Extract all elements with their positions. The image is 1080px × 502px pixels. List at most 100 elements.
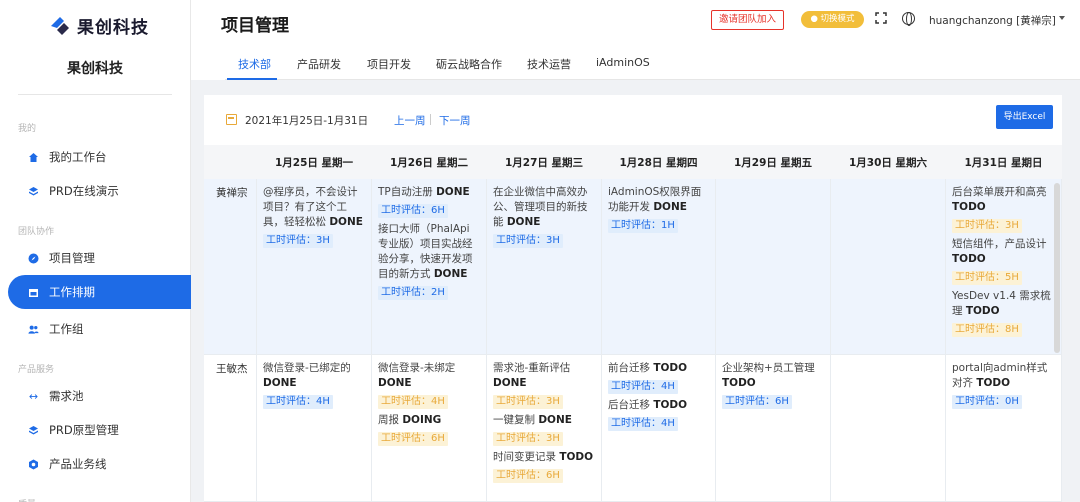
task-item[interactable]: 后台菜单展开和高亮 TODO [952, 185, 1055, 215]
tab-project-dev[interactable]: 项目开发 [367, 56, 411, 72]
day-cell [716, 179, 831, 354]
task-status: TODO [965, 305, 1000, 317]
task-item[interactable]: 微信登录-已绑定的 DONE [263, 361, 365, 391]
sidebar-item-label: PRD在线演示 [49, 184, 119, 198]
task-status: DONE [506, 216, 541, 228]
logo[interactable]: 果创科技 [0, 0, 190, 50]
sidebar-item-prd-prototype[interactable]: PRD原型管理 [0, 413, 190, 447]
sidebar-item-project-mgmt[interactable]: 项目管理 [0, 241, 190, 275]
estimate-badge: 工时评估：3H [263, 234, 333, 248]
hexagon-icon [28, 459, 39, 470]
sidebar-item-label: 需求池 [49, 389, 84, 403]
sidebar-item-workbench[interactable]: 我的工作台 [0, 140, 190, 174]
org-name: 果创科技 [67, 61, 123, 77]
task-status: TODO [952, 201, 986, 213]
estimate-badge: 工时评估：5H [952, 271, 1022, 285]
task-item[interactable]: portal向admin样式对齐 TODO [952, 361, 1055, 391]
tab-product-rd[interactable]: 产品研发 [297, 56, 341, 72]
day-cell: 前台迁移 TODO 工时评估：4H 后台迁移 TODO 工时评估：4H [602, 355, 716, 501]
page-title: 项目管理 [221, 16, 289, 36]
sidebar-item-label: PRD原型管理 [49, 423, 119, 437]
day-cell: 微信登录-未绑定 DONE 工时评估：4H 周报 DOING 工时评估：6H [372, 355, 487, 501]
day-cell: 需求池-重新评估 DONE 工时评估：3H 一键复制 DONE 工时评估：3H 时间变更… [487, 355, 602, 501]
day-cell: portal向admin样式对齐 TODO 工时评估：0H [946, 355, 1062, 501]
task-status: DONE [653, 201, 687, 213]
active-tab-indicator [227, 78, 277, 80]
task-item[interactable]: 短信组件，产品设计 TODO [952, 237, 1055, 267]
task-status: TODO [722, 377, 756, 389]
task-item[interactable]: 时间变更记录 TODO [493, 450, 595, 465]
day-cell: 微信登录-已绑定的 DONE 工时评估：4H [257, 355, 372, 501]
week-toolbar: 2021年1月25日-1月31日 上一周 下一周 导出Excel [204, 95, 1062, 145]
task-status: TODO [976, 377, 1011, 389]
task-item[interactable]: 周报 DOING [378, 413, 480, 428]
task-item[interactable]: 后台迁移 TODO [608, 398, 709, 413]
task-status: DONE [378, 377, 412, 389]
task-item[interactable]: 在企业微信中高效办公、管理项目的新技能 DONE [493, 185, 595, 230]
table-header: 1月25日 星期一 1月26日 星期二 1月27日 星期三 1月28日 星期四 … [204, 145, 1062, 179]
task-title: 一键复制 [493, 414, 535, 426]
sidebar-item-workgroup[interactable]: 工作组 [0, 312, 190, 346]
schedule-panel: 2021年1月25日-1月31日 上一周 下一周 导出Excel 1月25日 星… [204, 95, 1062, 502]
language-globe-icon[interactable] [902, 12, 915, 26]
task-item[interactable]: TP自动注册 DONE [378, 185, 480, 200]
prev-week-link[interactable]: 上一周 [394, 113, 426, 128]
chevron-down-icon[interactable] [1059, 16, 1065, 20]
estimate-badge: 工时评估：1H [608, 219, 678, 233]
day-cell [831, 355, 946, 501]
table-row: 黄禅宗 @程序员，不会设计项目？有了这个工具，轻轻松松 DONE 工时评估：3H TP… [204, 179, 1062, 355]
column-header: 1月28日 星期四 [619, 156, 698, 169]
sidebar: 果创科技 果创科技 我的 我的工作台 PRD在线演示 团队协作 项目管理 工作排… [0, 0, 191, 502]
switch-mode-button[interactable]: ● 切换模式 [801, 11, 864, 28]
estimate-badge: 工时评估：6H [722, 395, 792, 409]
tab-tech-ops[interactable]: 技术运营 [527, 56, 571, 72]
task-status: DONE [263, 377, 297, 389]
task-item[interactable]: 一键复制 DONE [493, 413, 595, 428]
estimate-badge: 工时评估：0H [952, 395, 1022, 409]
task-item[interactable]: YesDev v1.4 需求梳理 TODO [952, 289, 1055, 319]
task-title: 需求池-重新评估 [493, 362, 571, 374]
estimate-badge: 工时评估：4H [608, 417, 678, 431]
sidebar-item-label: 我的工作台 [49, 150, 107, 164]
fullscreen-icon[interactable] [875, 12, 887, 24]
day-cell: TP自动注册 DONE 工时评估：6H 接口大师（PhalApi专业版）项目实战经验… [372, 179, 487, 354]
sidebar-item-prd-demo[interactable]: PRD在线演示 [0, 174, 190, 208]
table-row: 王敏杰 微信登录-已绑定的 DONE 工时评估：4H 微信登录-未绑定 DONE 工时评… [204, 355, 1062, 502]
tab-liyun[interactable]: 砺云战略合作 [436, 56, 502, 72]
sidebar-item-schedule[interactable]: 工作排期 [8, 275, 191, 309]
sidebar-item-business-line[interactable]: 产品业务线 [0, 447, 190, 481]
task-item[interactable]: 微信登录-未绑定 DONE [378, 361, 480, 391]
table-scrollbar[interactable] [1054, 183, 1060, 353]
estimate-badge: 工时评估：2H [378, 286, 448, 300]
task-item[interactable]: 企业架构+员工管理 TODO [722, 361, 824, 391]
sidebar-item-requirement-pool[interactable]: ↔ 需求池 [0, 379, 190, 413]
date-range: 2021年1月25日-1月31日 [245, 115, 369, 127]
column-header-name [204, 145, 257, 179]
estimate-badge: 工时评估：3H [493, 395, 563, 409]
top-header: 项目管理 邀请团队加入 ● 切换模式 huangchanzong [黄禅宗] [191, 0, 1080, 44]
brand-logo-icon [51, 17, 69, 35]
task-status: TODO [559, 451, 594, 463]
task-item[interactable]: 前台迁移 TODO [608, 361, 709, 376]
task-title: 前台迁移 [608, 362, 650, 374]
task-status: TODO [653, 399, 688, 411]
task-item[interactable]: 接口大师（PhalApi专业版）项目实战经验分享，快速开发项目的新方式 DONE [378, 222, 480, 282]
task-item[interactable]: iAdminOS权限界面功能开发 DONE [608, 185, 709, 215]
sidebar-item-label: 产品业务线 [49, 457, 107, 471]
task-item[interactable]: 需求池-重新评估 DONE [493, 361, 595, 391]
estimate-badge: 工时评估：8H [952, 323, 1022, 337]
task-title: 微信登录-已绑定的 [263, 362, 351, 374]
task-item[interactable]: @程序员，不会设计项目？有了这个工具，轻轻松松 DONE [263, 185, 365, 230]
estimate-badge: 工时评估：4H [263, 395, 333, 409]
task-title: TP自动注册 [378, 186, 433, 198]
day-cell: 企业架构+员工管理 TODO 工时评估：6H [716, 355, 831, 501]
export-excel-button[interactable]: 导出Excel [996, 105, 1053, 129]
tab-tech-dept[interactable]: 技术部 [238, 56, 271, 72]
tab-iadminos[interactable]: iAdminOS [596, 56, 650, 69]
invite-team-button[interactable]: 邀请团队加入 [711, 10, 785, 30]
column-header: 1月25日 星期一 [274, 156, 354, 169]
next-week-link[interactable]: 下一周 [439, 113, 471, 128]
user-menu[interactable]: huangchanzong [黄禅宗] [929, 13, 1056, 28]
day-cell: 在企业微信中高效办公、管理项目的新技能 DONE 工时评估：3H [487, 179, 602, 354]
layers-icon [28, 186, 39, 197]
